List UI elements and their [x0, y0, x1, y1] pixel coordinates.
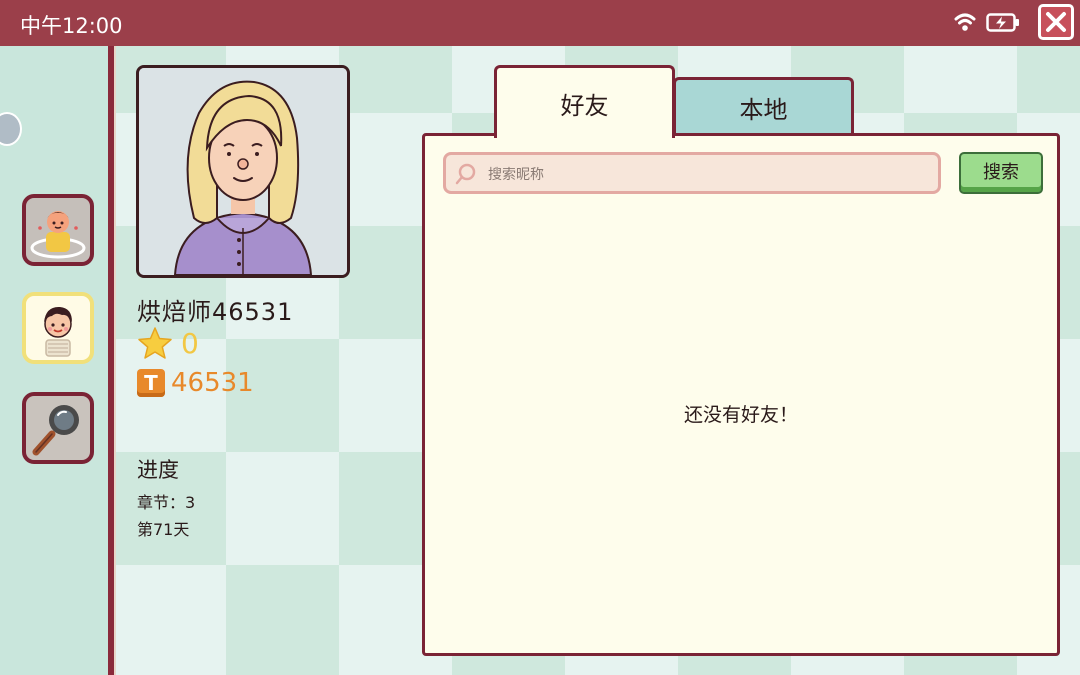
star-icon [138, 327, 172, 359]
progress-title: 进度 [137, 458, 179, 482]
friends-panel: 搜索 还没有好友！ [422, 133, 1060, 656]
close-icon [1046, 12, 1066, 32]
tab-friends[interactable]: 好友 [494, 65, 675, 138]
tab-local[interactable]: 本地 [673, 77, 854, 135]
sidebar-divider [108, 46, 116, 675]
avatar [136, 65, 350, 278]
stars-count: 0 [181, 326, 199, 360]
search-button[interactable]: 搜索 [959, 152, 1043, 194]
close-button[interactable] [1038, 4, 1074, 40]
chapter-text: 章节：3 [137, 493, 196, 512]
wifi-icon [954, 11, 976, 37]
stars-row: 0 [137, 325, 199, 361]
coins-count: 46531 [171, 368, 254, 398]
friend-avatar-icon [44, 306, 72, 357]
coins-row: T 46531 [137, 366, 254, 400]
battery-charging-icon [986, 13, 1020, 37]
sidebar-item-friends[interactable] [22, 292, 94, 364]
chat-bubble-icon[interactable] [0, 112, 22, 146]
character-profile-icon [30, 211, 86, 259]
sidebar [0, 46, 108, 675]
search-box [443, 152, 941, 194]
magnifier-icon [32, 405, 79, 456]
sidebar-item-profile[interactable] [22, 194, 94, 266]
empty-friends-message: 还没有好友！ [683, 404, 798, 426]
player-portrait-icon [139, 68, 347, 275]
day-text: 第71天 [137, 520, 190, 539]
status-bar: 中午12:00 [0, 0, 1080, 46]
coin-icon: T [137, 369, 165, 397]
sidebar-item-search[interactable] [22, 392, 94, 464]
clock: 中午12:00 [20, 14, 123, 38]
search-input[interactable] [486, 161, 930, 189]
player-name: 烘焙师46531 [137, 298, 294, 326]
search-icon [455, 163, 476, 185]
